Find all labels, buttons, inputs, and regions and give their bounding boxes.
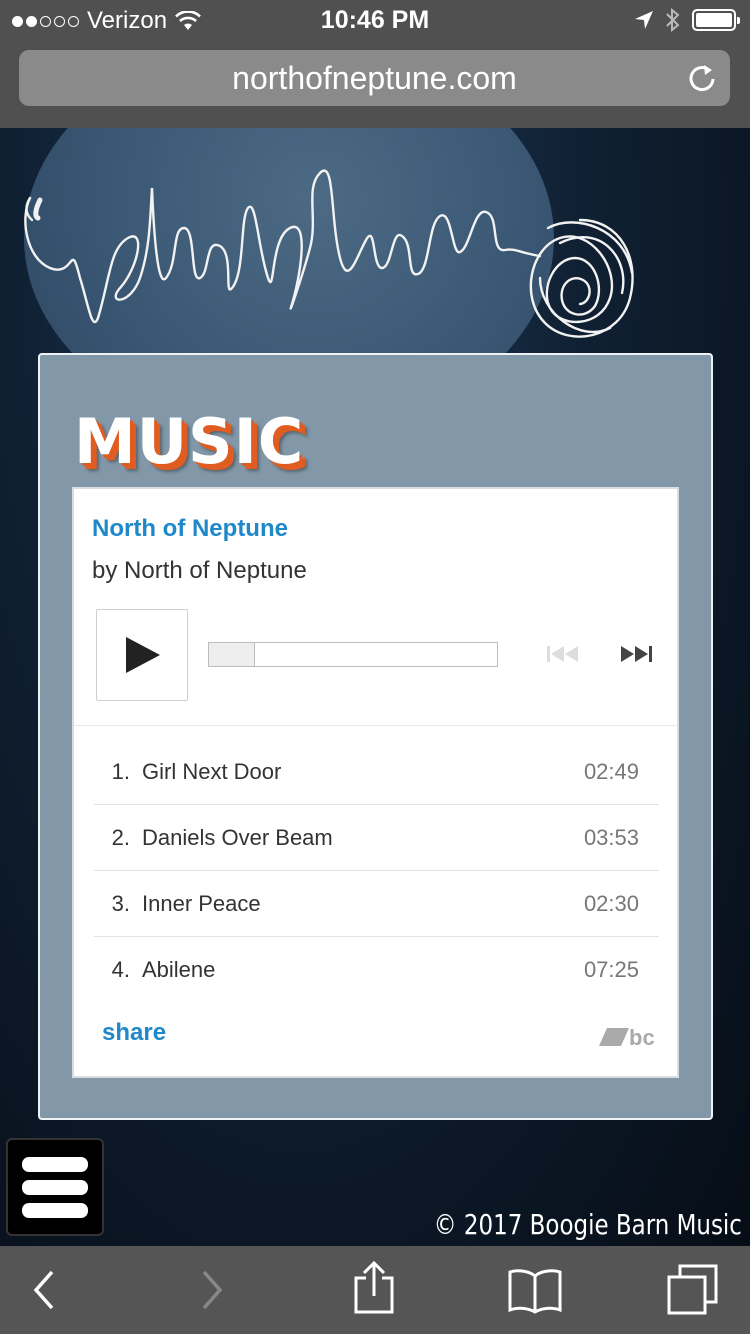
web-page: MUSIC North of Neptune by North of Neptu… (0, 128, 750, 1246)
status-bar: Verizon 10:46 PM (0, 0, 750, 40)
share-icon[interactable] (352, 1260, 396, 1316)
track-duration: 03:53 (583, 824, 639, 850)
forward-icon[interactable] (196, 1268, 226, 1312)
track-row[interactable]: 1. Girl Next Door 02:49 (94, 739, 659, 805)
next-track-icon[interactable] (618, 644, 654, 664)
play-icon (126, 637, 160, 673)
tracklist: 1. Girl Next Door 02:49 2. Daniels Over … (94, 739, 659, 1003)
back-icon[interactable] (30, 1268, 60, 1312)
track-number: 2. (111, 824, 130, 850)
browser-address-area: northofneptune.com (0, 40, 750, 128)
reload-icon[interactable] (688, 62, 716, 92)
bandcamp-mark-text: bc (629, 1025, 655, 1050)
bandcamp-logo[interactable]: bc (599, 1024, 659, 1050)
track-row[interactable]: 2. Daniels Over Beam 03:53 (94, 805, 659, 871)
url-text[interactable]: northofneptune.com (19, 60, 730, 97)
copyright-text: © 2017 Boogie Barn Music (433, 1208, 742, 1241)
player-divider (74, 725, 677, 726)
track-title[interactable]: Inner Peace (140, 891, 569, 917)
status-right-group (634, 8, 740, 32)
bandcamp-player: North of Neptune by North of Neptune 1. … (72, 487, 679, 1078)
track-duration: 02:30 (583, 890, 639, 916)
track-row[interactable]: 4. Abilene 07:25 (94, 937, 659, 1003)
section-title: MUSIC (74, 405, 305, 478)
album-title-link[interactable]: North of Neptune (92, 515, 288, 543)
track-title[interactable]: Daniels Over Beam (140, 825, 569, 851)
track-title[interactable]: Abilene (140, 957, 569, 983)
play-button[interactable] (96, 609, 188, 701)
battery-icon (692, 9, 740, 31)
bluetooth-icon (666, 8, 680, 32)
bookmarks-icon[interactable] (508, 1268, 562, 1314)
address-bar[interactable]: northofneptune.com (19, 50, 730, 106)
site-logo[interactable] (0, 128, 750, 368)
share-link[interactable]: share (102, 1019, 166, 1047)
track-row[interactable]: 3. Inner Peace 02:30 (94, 871, 659, 937)
track-number: 3. (111, 890, 130, 916)
hamburger-menu-icon[interactable] (6, 1138, 104, 1236)
track-duration: 02:49 (583, 758, 639, 784)
track-duration: 07:25 (583, 957, 639, 982)
previous-track-icon[interactable] (546, 644, 582, 664)
location-arrow-icon (635, 11, 653, 29)
progress-bar[interactable] (208, 642, 498, 667)
artist-line: by North of Neptune (92, 557, 307, 584)
tabs-icon[interactable] (666, 1264, 720, 1316)
track-number: 1. (111, 758, 130, 784)
track-title[interactable]: Girl Next Door (140, 759, 569, 785)
track-number: 4. (111, 957, 130, 982)
progress-handle[interactable] (209, 643, 256, 666)
music-panel: MUSIC North of Neptune by North of Neptu… (38, 353, 713, 1120)
browser-toolbar (0, 1246, 750, 1334)
